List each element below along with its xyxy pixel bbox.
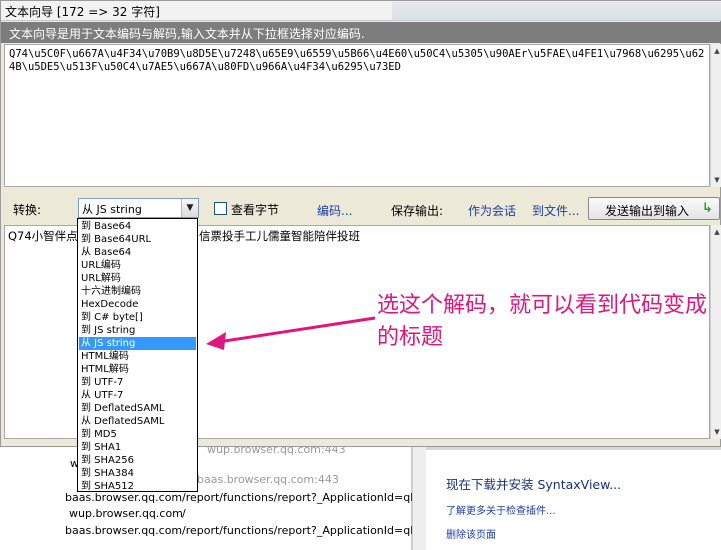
transform-select-value: 从 JS string	[82, 203, 142, 216]
dropdown-option[interactable]: HTML解码	[79, 363, 196, 376]
scroll-up-icon[interactable]: ▲	[712, 227, 721, 237]
encoding-link[interactable]: 编码...	[317, 202, 352, 219]
annotation-arrow	[206, 316, 376, 350]
delete-page-link[interactable]: 删除该页面	[446, 526, 496, 541]
dropdown-option[interactable]: 从 Base64	[79, 246, 196, 259]
send-to-input-button[interactable]: 发送输出到输入 ↳	[588, 197, 720, 220]
save-output-label: 保存输出:	[391, 204, 444, 218]
list-item-host[interactable]: wup.browser.qq.com	[69, 507, 183, 520]
view-bytes-checkbox[interactable]	[214, 202, 227, 215]
list-item-host[interactable]: baas.browser.qq.com:443	[197, 473, 339, 486]
as-session-link[interactable]: 作为会话	[468, 202, 516, 219]
list-item-path[interactable]: /report/functions/report?_ApplicationId=…	[182, 491, 436, 504]
dropdown-option[interactable]: 到 DeflatedSAML	[79, 402, 196, 415]
dropdown-option[interactable]: URL解码	[79, 272, 196, 285]
input-scrollbar[interactable]: ▲ ▼	[710, 44, 721, 187]
dropdown-option[interactable]: 到 MD5	[79, 428, 196, 441]
background-scrollbar[interactable]	[412, 447, 426, 550]
dropdown-option[interactable]: 到 SHA1	[79, 441, 196, 454]
list-item-path[interactable]: /report/functions/report?_ApplicationId=…	[182, 524, 436, 537]
dropdown-option[interactable]: 到 UTF-7	[79, 376, 196, 389]
dropdown-option[interactable]: 到 Base64URL	[79, 233, 196, 246]
dropdown-option[interactable]: HTML编码	[79, 350, 196, 363]
dropdown-option[interactable]: 到 SHA384	[79, 467, 196, 480]
list-item-host[interactable]: baas.browser.qq.com	[65, 524, 182, 537]
scroll-down-icon[interactable]: ▼	[712, 175, 721, 185]
dropdown-option[interactable]: 到 SHA256	[79, 454, 196, 467]
scroll-up-icon[interactable]: ▲	[712, 46, 721, 56]
input-textarea[interactable]: Q74\u5C0F\u667A\u4F34\u70B9\u8D5E\u7248\…	[4, 44, 710, 187]
view-bytes-label: 查看字节	[231, 203, 280, 217]
syntaxview-link[interactable]: 现在下载并安装 SyntaxView...	[446, 474, 621, 493]
output-text-right: 信票投手工儿儒童智能陪伴投班	[199, 229, 360, 243]
convert-label: 转换:	[13, 203, 42, 217]
scroll-down-icon[interactable]: ▼	[712, 427, 721, 437]
inspector-divider	[426, 447, 721, 450]
transform-select[interactable]: 从 JS string ▼	[78, 198, 199, 218]
dropdown-option[interactable]: 十六进制编码	[79, 285, 196, 298]
dropdown-option[interactable]: 到 Base64	[79, 220, 196, 233]
title-bar: 文本向导 [172 => 32 字符]	[1, 1, 721, 21]
send-to-input-label: 发送输出到输入	[605, 204, 690, 218]
dropdown-option[interactable]: 从 JS string	[79, 337, 196, 350]
transform-dropdown-list[interactable]: 到 Base64 到 Base64URL 从 Base64 URL编码 URL解码 十六进…	[77, 218, 198, 492]
green-arrow-icon: ↳	[702, 201, 713, 216]
dropdown-option[interactable]: URL编码	[79, 259, 196, 272]
info-text: 文本向导是用于文本编码与解码,输入文本并从下拉框选择对应编码.	[9, 27, 365, 41]
annotation-text: 选这个解码，就可以看到代码变成的标题	[377, 293, 708, 350]
dropdown-option[interactable]: 到 SHA512	[79, 480, 196, 491]
dropdown-option[interactable]: HexDecode	[79, 298, 196, 311]
inspector-panel: 现在下载并安装 SyntaxView... 了解更多关于检查插件... 删除该页…	[426, 447, 721, 550]
dropdown-option[interactable]: 从 UTF-7	[79, 389, 196, 402]
session-list: wup.browser.qq.com:443 w baas.browser.qq…	[0, 443, 436, 550]
output-scrollbar[interactable]: ▲ ▼	[710, 225, 721, 439]
to-file-link[interactable]: 到文件...	[532, 202, 579, 219]
dropdown-option[interactable]: 从 DeflatedSAML	[79, 415, 196, 428]
dropdown-option[interactable]: 到 JS string	[79, 324, 196, 337]
learn-more-link[interactable]: 了解更多关于检查插件...	[446, 502, 556, 517]
chevron-down-icon[interactable]: ▼	[181, 199, 198, 217]
list-item-host[interactable]: baas.browser.qq.com	[65, 491, 182, 504]
title-bar-shade	[392, 1, 721, 21]
list-item-path[interactable]: /	[182, 507, 186, 520]
info-bar: 文本向导是用于文本编码与解码,输入文本并从下拉框选择对应编码.	[1, 22, 721, 43]
window-title: 文本向导 [172 => 32 字符]	[5, 5, 160, 19]
dropdown-option[interactable]: 到 C# byte[]	[79, 311, 196, 324]
